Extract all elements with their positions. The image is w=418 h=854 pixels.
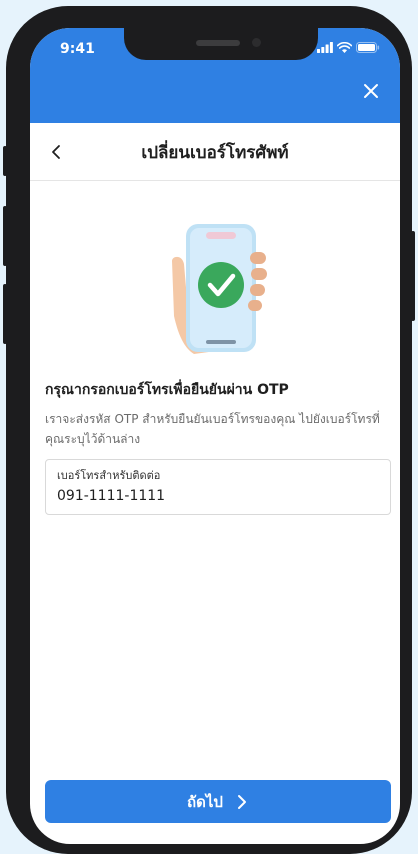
notch: [124, 28, 318, 60]
battery-icon: [356, 42, 380, 53]
status-icons: [317, 42, 380, 53]
speaker: [196, 40, 240, 46]
otp-description: เราจะส่งรหัส OTP สำหรับยืนยันเบอร์โทรของ…: [45, 412, 380, 446]
phone-field-value[interactable]: 091-1111-1111: [57, 488, 379, 504]
wifi-icon: [337, 42, 352, 53]
otp-heading: กรุณากรอกเบอร์โทรเพื่อยืนยันผ่าน OTP: [45, 382, 289, 398]
status-time: 9:41: [60, 41, 95, 57]
phone-frame: 9:41 เปลี่ยนเบอร์โทรศัพท์ กรุณากรอกเบอร์…: [3, 6, 415, 854]
page-header: เปลี่ยนเบอร์โทรศัพท์: [30, 123, 400, 181]
app-screen: 9:41 เปลี่ยนเบอร์โทรศัพท์ กรุณากรอกเบอร์…: [30, 28, 400, 844]
next-button[interactable]: ถัดไป: [45, 780, 391, 823]
next-button-label: ถัดไป: [187, 792, 223, 811]
mute-switch: [3, 146, 7, 176]
page-title: เปลี่ยนเบอร์โทรศัพท์: [141, 143, 289, 163]
close-icon: [364, 84, 378, 98]
volume-up-button: [3, 206, 7, 266]
close-button[interactable]: [358, 78, 384, 104]
phone-check-illustration: [172, 224, 267, 354]
chevron-right-icon: [237, 794, 246, 809]
power-button: [411, 231, 415, 321]
phone-number-field[interactable]: เบอร์โทรสำหรับติดต่อ 091-1111-1111: [45, 459, 391, 515]
phone-field-label: เบอร์โทรสำหรับติดต่อ: [57, 469, 161, 482]
front-camera: [252, 38, 261, 47]
volume-down-button: [3, 284, 7, 344]
signal-icon: [317, 42, 333, 53]
